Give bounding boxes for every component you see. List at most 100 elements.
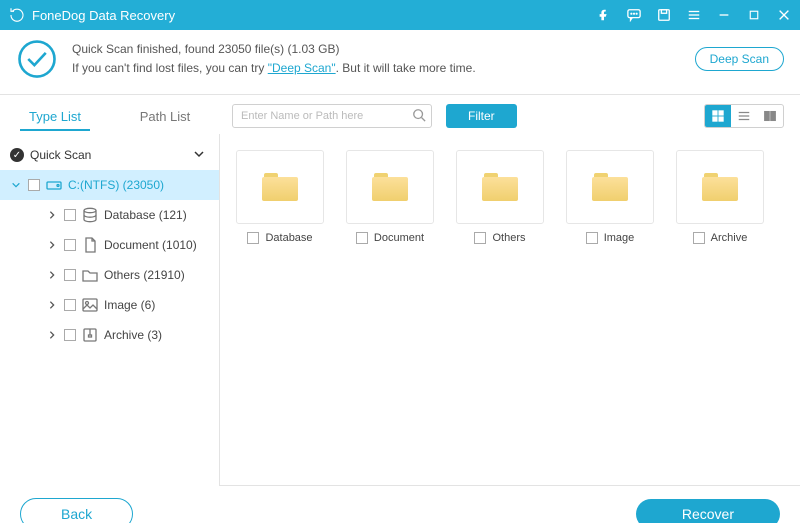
folder-icon bbox=[592, 173, 628, 201]
thumb-box bbox=[566, 150, 654, 224]
folder-thumb[interactable]: Image bbox=[562, 150, 658, 244]
app-logo-icon bbox=[8, 6, 26, 24]
status-count: 23050 bbox=[218, 42, 251, 56]
titlebar-controls bbox=[596, 7, 792, 23]
folder-icon bbox=[372, 173, 408, 201]
tab-path-list[interactable]: Path List bbox=[110, 101, 220, 130]
tree-item[interactable]: Archive (3) bbox=[0, 320, 219, 350]
toolbar: Type List Path List Filter bbox=[0, 95, 800, 134]
status-line2-suffix: . But it will take more time. bbox=[336, 61, 476, 75]
folder-icon bbox=[262, 173, 298, 201]
minimize-icon[interactable] bbox=[716, 7, 732, 23]
thumb-caption-row: Database bbox=[247, 232, 312, 244]
scan-status: Quick Scan finished, found 23050 file(s)… bbox=[0, 30, 800, 95]
title-bar: FoneDog Data Recovery bbox=[0, 0, 800, 30]
grid-view-icon[interactable] bbox=[705, 105, 731, 127]
deep-scan-button[interactable]: Deep Scan bbox=[695, 47, 784, 71]
checkbox[interactable] bbox=[28, 179, 40, 191]
tree-root-label: Quick Scan bbox=[30, 148, 91, 162]
tree-item[interactable]: Image (6) bbox=[0, 290, 219, 320]
tree-item[interactable]: Others (21910) bbox=[0, 260, 219, 290]
chevron-down-icon[interactable] bbox=[10, 180, 22, 190]
recover-button[interactable]: Recover bbox=[636, 499, 780, 523]
folder-icon bbox=[482, 173, 518, 201]
folder-thumb[interactable]: Document bbox=[342, 150, 438, 244]
thumb-label: Archive bbox=[711, 232, 748, 244]
status-text: Quick Scan finished, found 23050 file(s)… bbox=[72, 40, 695, 78]
search-icon[interactable] bbox=[412, 108, 426, 125]
status-line2-prefix: If you can't find lost files, you can tr… bbox=[72, 61, 268, 75]
document-icon bbox=[82, 237, 98, 253]
folder-icon bbox=[82, 267, 98, 283]
checkbox[interactable] bbox=[64, 329, 76, 341]
thumb-box bbox=[346, 150, 434, 224]
folder-thumb[interactable]: Archive bbox=[672, 150, 768, 244]
checkbox[interactable] bbox=[64, 299, 76, 311]
tree-item[interactable]: Document (1010) bbox=[0, 230, 219, 260]
thumb-caption-row: Document bbox=[356, 232, 424, 244]
list-view-icon[interactable] bbox=[731, 105, 757, 127]
back-button[interactable]: Back bbox=[20, 498, 133, 523]
folder-thumb[interactable]: Database bbox=[232, 150, 328, 244]
status-mid: file(s) bbox=[251, 42, 287, 56]
thumb-label: Database bbox=[265, 232, 312, 244]
view-switch bbox=[704, 104, 784, 128]
check-icon bbox=[16, 38, 58, 80]
thumb-caption-row: Archive bbox=[693, 232, 748, 244]
footer: Back Recover bbox=[0, 486, 800, 523]
filter-button[interactable]: Filter bbox=[446, 104, 517, 128]
checkbox[interactable] bbox=[64, 209, 76, 221]
thumb-caption-row: Image bbox=[586, 232, 635, 244]
tree-root[interactable]: ✓ Quick Scan bbox=[0, 140, 219, 170]
feedback-icon[interactable] bbox=[626, 7, 642, 23]
checkbox[interactable] bbox=[586, 232, 598, 244]
checkbox[interactable] bbox=[693, 232, 705, 244]
tree-item-label: Image (6) bbox=[104, 298, 155, 312]
chevron-right-icon[interactable] bbox=[46, 210, 58, 220]
chevron-right-icon[interactable] bbox=[46, 330, 58, 340]
status-prefix: Quick Scan finished, found bbox=[72, 42, 218, 56]
chevron-right-icon[interactable] bbox=[46, 240, 58, 250]
thumb-label: Others bbox=[492, 232, 525, 244]
thumb-caption-row: Others bbox=[474, 232, 525, 244]
search-input[interactable] bbox=[232, 104, 432, 128]
thumb-label: Image bbox=[604, 232, 635, 244]
menu-icon[interactable] bbox=[686, 7, 702, 23]
thumb-label: Document bbox=[374, 232, 424, 244]
tree-item[interactable]: Database (121) bbox=[0, 200, 219, 230]
tree-item-label: Others (21910) bbox=[104, 268, 185, 282]
tab-type-list[interactable]: Type List bbox=[0, 101, 110, 130]
chevron-right-icon[interactable] bbox=[46, 300, 58, 310]
checkbox[interactable] bbox=[474, 232, 486, 244]
save-icon[interactable] bbox=[656, 7, 672, 23]
database-icon bbox=[82, 207, 98, 223]
checkbox[interactable] bbox=[64, 239, 76, 251]
sidebar: ✓ Quick Scan C:(NTFS) (23050) Database (… bbox=[0, 134, 220, 486]
folder-thumb[interactable]: Others bbox=[452, 150, 548, 244]
check-dot-icon: ✓ bbox=[10, 148, 24, 162]
folder-icon bbox=[702, 173, 738, 201]
thumb-box bbox=[236, 150, 324, 224]
chevron-right-icon[interactable] bbox=[46, 270, 58, 280]
tree-item-label: Database (121) bbox=[104, 208, 187, 222]
thumb-box bbox=[676, 150, 764, 224]
main-row: ✓ Quick Scan C:(NTFS) (23050) Database (… bbox=[0, 134, 800, 486]
chevron-down-icon[interactable] bbox=[193, 148, 205, 163]
drive-icon bbox=[46, 177, 62, 193]
checkbox[interactable] bbox=[356, 232, 368, 244]
status-size: (1.03 GB) bbox=[287, 42, 339, 56]
archive-icon bbox=[82, 327, 98, 343]
app-title: FoneDog Data Recovery bbox=[32, 8, 596, 23]
close-icon[interactable] bbox=[776, 7, 792, 23]
maximize-icon[interactable] bbox=[746, 7, 762, 23]
content-grid: Database Document Others Image Archive bbox=[220, 134, 800, 486]
detail-view-icon[interactable] bbox=[757, 105, 783, 127]
checkbox[interactable] bbox=[64, 269, 76, 281]
checkbox[interactable] bbox=[247, 232, 259, 244]
search-box bbox=[232, 104, 432, 128]
tree-item-label: Document (1010) bbox=[104, 238, 197, 252]
facebook-icon[interactable] bbox=[596, 7, 612, 23]
deep-scan-link[interactable]: "Deep Scan" bbox=[268, 61, 336, 75]
tree-drive[interactable]: C:(NTFS) (23050) bbox=[0, 170, 219, 200]
tree-drive-label: C:(NTFS) (23050) bbox=[68, 178, 164, 192]
